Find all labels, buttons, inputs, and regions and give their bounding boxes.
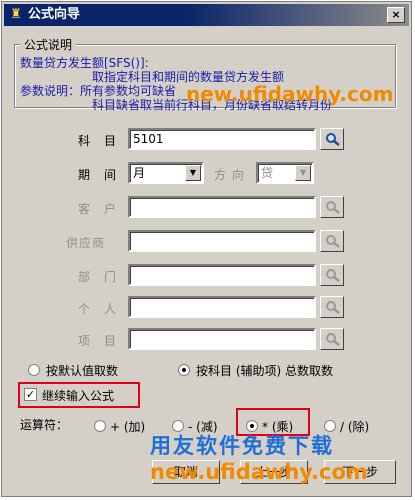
watermark-brand: 用友软件免费下载 — [150, 434, 334, 458]
customer-search-button[interactable] — [320, 196, 344, 218]
direction-select[interactable]: 贷 ▼ — [256, 162, 314, 184]
direction-value: 贷 — [261, 166, 274, 180]
supplier-label: 供应商 — [66, 236, 106, 250]
operator-label: 运算符： — [20, 418, 69, 432]
subject-input[interactable]: 5101 — [128, 128, 316, 150]
period-label: 期 间 — [78, 168, 118, 182]
person-label: 个 人 — [78, 302, 118, 316]
direction-label: 方 向 — [214, 168, 245, 182]
department-search-button[interactable] — [320, 264, 344, 286]
person-search-button[interactable] — [320, 296, 344, 318]
watermark-url-top: new.ufidawhy.com — [186, 82, 394, 106]
watermark-url-bottom: new.ufidawhy.com — [150, 460, 368, 484]
magnifier-icon — [326, 301, 340, 314]
close-button[interactable]: × — [387, 7, 405, 23]
magnifier-icon — [326, 333, 340, 346]
app-icon: ♜ — [10, 7, 22, 22]
supplier-search-button[interactable] — [320, 230, 344, 252]
operator-add-label: + (加) — [110, 420, 146, 434]
customer-label: 客 户 — [78, 202, 118, 216]
subject-search-button[interactable] — [320, 128, 344, 150]
period-dropdown-arrow[interactable]: ▼ — [185, 165, 201, 181]
customer-input[interactable] — [128, 196, 316, 218]
magnifier-icon — [326, 269, 340, 282]
magnifier-icon — [326, 201, 340, 214]
supplier-input[interactable] — [128, 230, 316, 252]
magnifier-icon — [326, 133, 340, 146]
title-bar: ♜ 公式向导 × — [4, 4, 409, 26]
continue-label: 继续输入公式 — [42, 389, 115, 403]
operator-div-label: / (除) — [340, 420, 370, 434]
formula-wizard-window: ♜ 公式向导 × 公式说明 数量贷方发生额[SFS()]: 取指定科目和期间的数… — [1, 1, 412, 497]
department-input[interactable] — [128, 264, 316, 286]
fetch-subject-radio[interactable] — [178, 364, 190, 376]
direction-dropdown-arrow[interactable]: ▼ — [295, 165, 311, 181]
period-value: 月 — [133, 166, 146, 180]
fetch-default-radio[interactable] — [28, 364, 40, 376]
person-input[interactable] — [128, 296, 316, 318]
operator-add-radio[interactable] — [94, 420, 106, 432]
project-label: 项 目 — [78, 334, 118, 348]
department-label: 部 门 — [78, 270, 118, 284]
window-title: 公式向导 — [28, 7, 81, 22]
period-select[interactable]: 月 ▼ — [128, 162, 204, 184]
project-search-button[interactable] — [320, 328, 344, 350]
description-legend: 公式说明 — [20, 36, 77, 53]
fetch-subject-label: 按科目 (辅助项) 总数取数 — [196, 364, 333, 378]
subject-label: 科 目 — [78, 134, 118, 148]
magnifier-icon — [326, 235, 340, 248]
project-input[interactable] — [128, 328, 316, 350]
fetch-default-label: 按默认值取数 — [46, 364, 119, 378]
continue-checkbox[interactable]: ✓ — [24, 388, 37, 401]
